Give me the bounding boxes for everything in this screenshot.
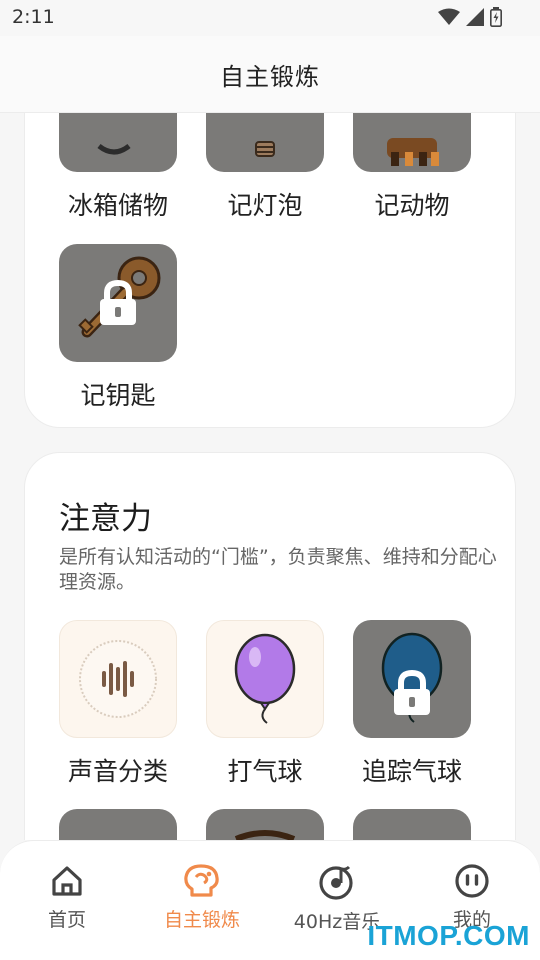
- bulb-thumbnail: [206, 113, 324, 172]
- partial-thumbnail: [353, 809, 471, 840]
- exercise-tile-partial[interactable]: [353, 809, 471, 840]
- partial-thumbnail: [206, 809, 324, 840]
- partial-thumbnail: [59, 809, 177, 840]
- battery-icon: [490, 7, 502, 27]
- page-title: 自主锻炼: [220, 62, 320, 91]
- exercise-tile-fridge[interactable]: 冰箱储物: [59, 113, 177, 222]
- exercise-tile-partial[interactable]: [59, 809, 177, 840]
- exercise-tile-partial[interactable]: [206, 809, 324, 840]
- lock-icon: [394, 670, 430, 716]
- profile-face-icon: [455, 864, 489, 898]
- status-bar: 2:11: [0, 0, 540, 36]
- exercise-list[interactable]: 冰箱储物 记灯泡 记动物 记钥匙 注意力 是所有认知活动的“门槛”，负责聚焦、维…: [0, 113, 540, 840]
- fridge-thumbnail: [59, 113, 177, 172]
- nav-self-training[interactable]: 自主锻炼: [147, 863, 257, 932]
- status-time: 2:11: [12, 6, 55, 28]
- lock-icon: [100, 279, 136, 325]
- page-header: 自主锻炼: [0, 36, 540, 113]
- nav-home[interactable]: 首页: [12, 863, 122, 932]
- purple-balloon-thumbnail: [206, 620, 324, 738]
- exercise-label: 声音分类: [67, 757, 168, 786]
- exercise-label: 冰箱储物: [67, 191, 168, 220]
- exercise-label: 追踪气球: [361, 757, 462, 786]
- home-icon: [52, 866, 82, 896]
- exercise-tile-bulb[interactable]: 记灯泡: [206, 113, 324, 222]
- animal-thumbnail: [353, 113, 471, 172]
- memory-section-card: 冰箱储物 记灯泡 记动物 记钥匙: [24, 113, 516, 428]
- attention-section-card: 注意力 是所有认知活动的“门槛”，负责聚焦、维持和分配心理资源。 声音分类 打气…: [24, 452, 516, 840]
- section-description: 是所有认知活动的“门槛”，负责聚焦、维持和分配心理资源。: [59, 546, 497, 593]
- wifi-icon: [438, 8, 460, 25]
- exercise-label: 打气球: [227, 757, 303, 786]
- watermark: ITMOP.COM: [367, 920, 530, 951]
- blue-balloon-thumbnail: [353, 620, 471, 738]
- music-disc-icon: [319, 865, 353, 900]
- exercise-label: 记钥匙: [80, 381, 156, 410]
- exercise-tile-pop-balloon[interactable]: 打气球: [206, 620, 324, 788]
- sound-thumbnail: [59, 620, 177, 738]
- exercise-tile-track-balloon[interactable]: 追踪气球: [353, 620, 471, 788]
- exercise-tile-sound-classify[interactable]: 声音分类: [59, 620, 177, 788]
- section-title: 注意力: [59, 501, 152, 537]
- nav-label: 自主锻炼: [163, 909, 240, 931]
- key-thumbnail: [59, 244, 177, 362]
- brain-icon: [184, 864, 219, 897]
- exercise-tile-key[interactable]: 记钥匙: [59, 244, 177, 412]
- nav-label: 首页: [47, 909, 86, 931]
- signal-icon: [466, 8, 484, 26]
- exercise-tile-animals[interactable]: 记动物: [353, 113, 471, 222]
- exercise-label: 记灯泡: [227, 191, 303, 220]
- exercise-label: 记动物: [374, 191, 450, 220]
- status-icons: [438, 7, 502, 27]
